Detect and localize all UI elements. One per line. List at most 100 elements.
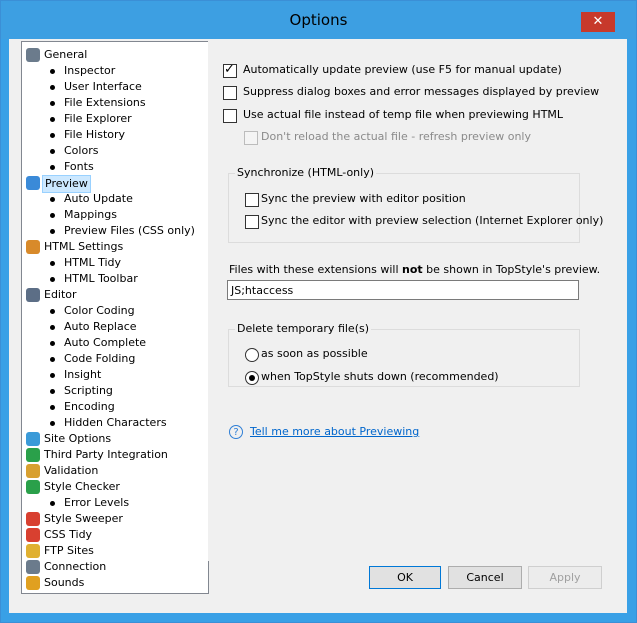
auto-update-checkbox[interactable]	[223, 62, 237, 78]
html-icon	[26, 240, 40, 254]
delete-asap-label[interactable]: as soon as possible	[261, 347, 368, 360]
help-icon: ?	[229, 425, 243, 439]
tree-item-label: Style Sweeper	[44, 512, 123, 525]
tree-item-label: User Interface	[64, 80, 142, 93]
bullet-icon	[50, 501, 55, 506]
tree-item-label: Connection	[44, 560, 107, 573]
bullet-icon	[50, 357, 55, 362]
title-bar: Options ✕	[1, 1, 636, 39]
tree-item-label: Error Levels	[64, 496, 130, 509]
dialog-client-area: General Inspector User Interface File Exten…	[9, 39, 627, 613]
excluded-extensions-label-bold: not	[402, 263, 423, 276]
delete-temp-files-group-title: Delete temporary file(s)	[235, 322, 372, 335]
check-icon	[26, 480, 40, 494]
dont-reload-checkbox[interactable]	[244, 131, 258, 145]
delete-on-shutdown-radio[interactable]	[245, 371, 259, 385]
tree-item-label: Code Folding	[64, 352, 136, 365]
ftp-icon	[26, 544, 40, 558]
tree-item-label: Site Options	[44, 432, 112, 445]
ok-button[interactable]: OK	[369, 566, 441, 589]
tree-item-label: Preview Files (CSS only)	[64, 224, 195, 237]
bullet-icon	[50, 389, 55, 394]
preview-icon	[26, 176, 40, 190]
bullet-icon	[50, 405, 55, 410]
sync-editor-position-checkbox[interactable]	[245, 193, 259, 207]
tree-item-label: FTP Sites	[44, 544, 94, 557]
bullet-icon	[50, 277, 55, 282]
tree-item-label: Color Coding	[64, 304, 135, 317]
suppress-errors-label[interactable]: Suppress dialog boxes and error messages…	[243, 85, 599, 98]
bullet-icon	[50, 85, 55, 90]
tree-item-label: Inspector	[64, 64, 116, 77]
excluded-extensions-input[interactable]: JS;htaccess	[227, 280, 579, 300]
site-icon	[26, 432, 40, 446]
tree-item-label: File Explorer	[64, 112, 132, 125]
tree-item-label: Auto Update	[64, 192, 133, 205]
sounds-icon	[26, 576, 40, 590]
synchronize-group-title: Synchronize (HTML-only)	[235, 166, 377, 179]
tree-item-label: Sounds	[44, 576, 85, 589]
tree-item-label: File Extensions	[64, 96, 146, 109]
bullet-icon	[50, 229, 55, 234]
tree-item-label: File History	[64, 128, 126, 141]
bullet-icon	[50, 421, 55, 426]
options-tree[interactable]: General Inspector User Interface File Exten…	[21, 41, 209, 594]
bullet-icon	[50, 101, 55, 106]
excluded-extensions-label-start: Files with these extensions will	[229, 263, 403, 276]
tree-item-label: Third Party Integration	[44, 448, 168, 461]
bullet-icon	[50, 149, 55, 154]
preview-settings-panel: Automatically update preview (use F5 for…	[208, 41, 610, 561]
tree-item-label: Scripting	[64, 384, 113, 397]
window-title: Options	[289, 11, 348, 29]
tree-item-label: Auto Replace	[64, 320, 137, 333]
validation-icon	[26, 464, 40, 478]
tree-item-label: Encoding	[64, 400, 115, 413]
suppress-errors-checkbox[interactable]	[223, 86, 237, 100]
bullet-icon	[50, 373, 55, 378]
tree-item-label: HTML Toolbar	[64, 272, 138, 285]
bullet-icon	[50, 133, 55, 138]
bullet-icon	[50, 117, 55, 122]
help-link[interactable]: Tell me more about Previewing	[250, 425, 419, 438]
tidy-icon	[26, 528, 40, 542]
tree-item-label: Editor	[44, 288, 77, 301]
tree-item-label: Insight	[64, 368, 102, 381]
connection-icon	[26, 560, 40, 574]
tree-item-label: Style Checker	[44, 480, 120, 493]
auto-update-label[interactable]: Automatically update preview (use F5 for…	[243, 63, 562, 76]
use-actual-file-label[interactable]: Use actual file instead of temp file whe…	[243, 108, 563, 121]
excluded-extensions-label-end: be shown in TopStyle's preview.	[422, 263, 601, 276]
bullet-icon	[50, 325, 55, 330]
cancel-button[interactable]: Cancel	[448, 566, 522, 589]
tree-item-label: Mappings	[64, 208, 117, 221]
excluded-extensions-label: Files with these extensions will not be …	[229, 263, 600, 276]
options-window: Options ✕ General Inspector User Interface…	[0, 0, 637, 623]
integration-icon	[26, 448, 40, 462]
tree-item-label: HTML Tidy	[64, 256, 122, 269]
bullet-icon	[50, 165, 55, 170]
close-button[interactable]: ✕	[581, 12, 615, 32]
tree-item-label: HTML Settings	[44, 240, 124, 253]
sync-preview-selection-label[interactable]: Sync the editor with preview selection (…	[261, 214, 603, 227]
bullet-icon	[50, 69, 55, 74]
tree-item-label: Hidden Characters	[64, 416, 167, 429]
tree-item-label: Colors	[64, 144, 99, 157]
sync-preview-selection-checkbox[interactable]	[245, 215, 259, 229]
wrench-icon	[26, 48, 40, 62]
apply-button[interactable]: Apply	[528, 566, 602, 589]
synchronize-group	[228, 173, 580, 243]
tree-item-label: Auto Complete	[64, 336, 147, 349]
tree-item-label: Fonts	[64, 160, 94, 173]
delete-on-shutdown-label[interactable]: when TopStyle shuts down (recommended)	[261, 370, 499, 383]
use-actual-file-checkbox[interactable]	[223, 109, 237, 123]
sync-editor-position-label[interactable]: Sync the preview with editor position	[261, 192, 466, 205]
delete-asap-radio[interactable]	[245, 348, 259, 362]
dont-reload-label[interactable]: Don't reload the actual file - refresh p…	[261, 130, 531, 143]
sweeper-icon	[26, 512, 40, 526]
bullet-icon	[50, 261, 55, 266]
editor-icon	[26, 288, 40, 302]
tree-item-label: CSS Tidy	[44, 528, 93, 541]
bullet-icon	[50, 197, 55, 202]
tree-item-label: Validation	[44, 464, 99, 477]
bullet-icon	[50, 309, 55, 314]
